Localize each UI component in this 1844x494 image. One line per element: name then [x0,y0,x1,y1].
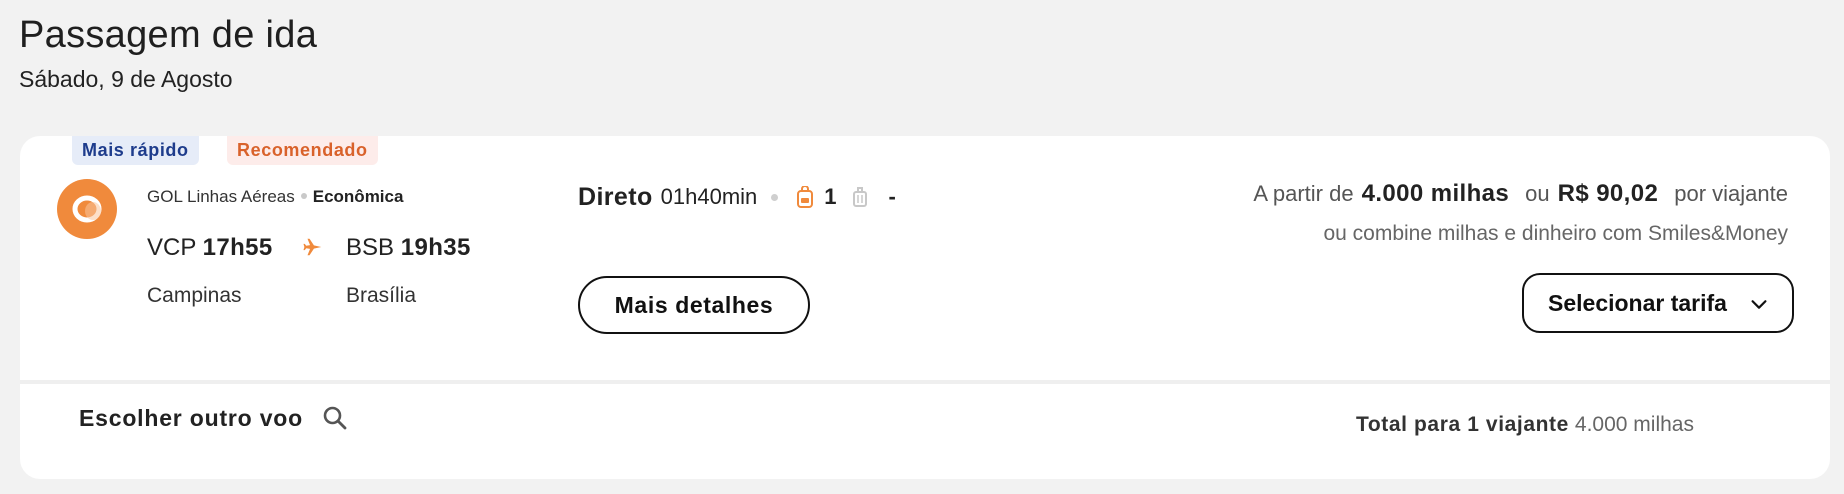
airline-info: GOL Linhas Aéreas Econômica [147,187,403,207]
departure-code: VCP [147,234,196,261]
backpack-icon [797,186,814,208]
stops-label: Direto [578,182,653,211]
flight-card: Mais rápido Recomendado GOL Linhas Aérea… [20,136,1830,479]
carry-on-count: 1 [824,184,837,209]
cabin-class: Econômica [312,187,404,206]
total-label: Total para 1 viajante [1355,413,1569,436]
card-divider [20,380,1830,384]
arrival-code: BSB [346,234,395,261]
price-summary: A partir de 4.000 milhas ou R$ 90,02 por… [1253,180,1788,208]
more-details-button[interactable]: Mais detalhes [578,276,810,334]
suitcase-icon [852,187,867,207]
badge-fastest: Mais rápido [72,136,199,165]
price-or-label: ou [1525,181,1550,206]
choose-other-flight-label: Escolher outro voo [79,404,303,431]
price-money: R$ 90,02 [1557,180,1659,207]
arrival-time: 19h35 [400,234,471,261]
chevron-down-icon [1751,300,1767,309]
plane-icon [303,238,322,256]
price-per-label: por viajante [1674,181,1788,206]
smiles-money-text: ou combine milhas e dinheiro com Smiles&… [1323,222,1788,245]
arrival-city: Brasília [346,284,417,307]
gol-logo-icon [57,179,117,239]
departure: VCP 17h55 [147,234,273,262]
total-value: 4.000 milhas [1574,413,1694,436]
departure-time: 17h55 [202,234,273,261]
checked-bag-value: - [888,184,896,209]
badge-recommended: Recomendado [227,136,378,165]
separator-dot [771,193,779,201]
page-title: Passagem de ida [19,14,318,56]
arrival: BSB 19h35 [346,234,471,262]
airline-name: GOL Linhas Aéreas [147,187,295,206]
separator-dot [300,193,307,200]
total-summary: Total para 1 viajante 4.000 milhas [1356,413,1694,437]
page-subtitle-date: Sábado, 9 de Agosto [19,66,233,92]
price-from-label: A partir de [1253,181,1354,206]
departure-city: Campinas [147,284,242,307]
select-fare-button[interactable]: Selecionar tarifa [1522,273,1794,333]
select-fare-label: Selecionar tarifa [1548,289,1727,316]
choose-other-flight-button[interactable]: Escolher outro voo [79,404,349,432]
search-icon [323,406,347,430]
price-miles: 4.000 milhas [1361,180,1510,207]
flight-summary: Direto 01h40min 1 - [578,181,896,213]
duration: 01h40min [660,184,758,209]
